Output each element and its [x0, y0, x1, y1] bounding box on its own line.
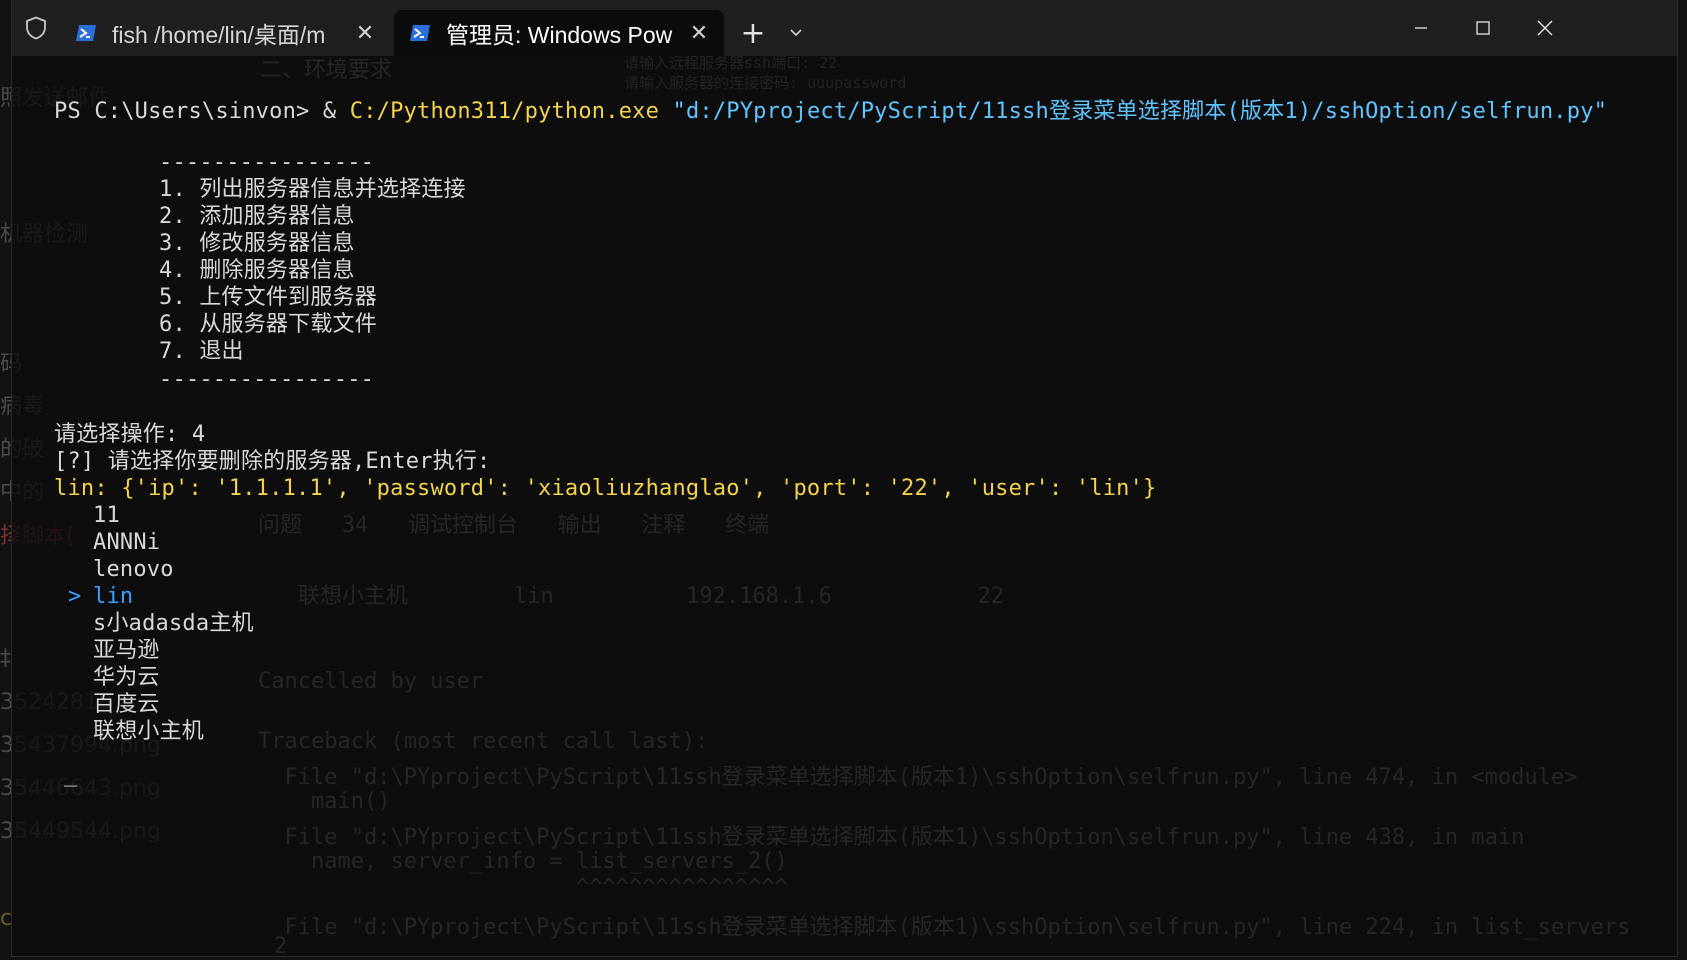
tab-title: 管理员: Windows Pow: [446, 22, 673, 48]
server-option[interactable]: 华为云: [93, 664, 160, 691]
menu-item: 7. 退出: [159, 339, 244, 364]
close-icon: [1537, 20, 1553, 36]
chevron-down-icon[interactable]: [778, 10, 814, 56]
maximize-icon: [1476, 21, 1490, 35]
server-option[interactable]: ANNNi: [93, 529, 160, 556]
command-exe: C:/Python311/python.exe: [349, 99, 660, 124]
choose-prompt: 请选择操作: 4: [54, 422, 206, 447]
server-option[interactable]: 11: [93, 502, 120, 529]
tab-fish[interactable]: fish /home/lin/桌面/m ✕: [60, 10, 390, 56]
menu-item: 5. 上传文件到服务器: [159, 285, 377, 310]
server-option[interactable]: s小adasda主机: [93, 610, 254, 637]
powershell-icon: [74, 21, 98, 45]
powershell-icon: [408, 21, 432, 45]
server-option[interactable]: 百度云: [93, 691, 160, 718]
close-window-button[interactable]: [1514, 0, 1576, 56]
menu-item: 1. 列出服务器信息并选择连接: [159, 177, 466, 202]
command-line: PS C:\Users\sinvon> & C:/Python311/pytho…: [54, 98, 1607, 125]
delete-prompt: [?] 请选择你要删除的服务器,Enter执行:: [54, 449, 491, 474]
menu-item: 3. 修改服务器信息: [159, 231, 355, 256]
server-option-selected[interactable]: lin: [93, 583, 133, 610]
bg-fragment: ‡: [0, 646, 11, 671]
command-script: "d:/PYproject/PyScript/11ssh登录菜单选择脚本(版本1…: [672, 99, 1608, 124]
minimize-icon: [1415, 27, 1427, 29]
minimize-button[interactable]: [1390, 0, 1452, 56]
terminal-output[interactable]: PS C:\Users\sinvon> & C:/Python311/pytho…: [54, 56, 1677, 956]
server-option[interactable]: 亚马逊: [93, 637, 160, 664]
server-info: lin: {'ip': '1.1.1.1', 'password': 'xiao…: [54, 476, 1157, 501]
new-tab-button[interactable]: +: [728, 10, 778, 56]
prompt: PS C:\Users\sinvon> &: [54, 99, 350, 124]
terminal-window: fish /home/lin/桌面/m ✕ 管理员: Windows Pow ✕…: [11, 0, 1678, 959]
menu-separator: ----------------: [159, 367, 375, 392]
tab-title: fish /home/lin/桌面/m: [112, 22, 326, 48]
menu-item: 2. 添加服务器信息: [159, 204, 355, 229]
selection-marker: >: [68, 584, 82, 609]
cursor: _: [64, 762, 78, 787]
admin-shield-icon: [12, 0, 60, 56]
server-option[interactable]: 联想小主机: [93, 718, 204, 745]
menu-item: 4. 删除服务器信息: [159, 258, 355, 283]
menu-item: 6. 从服务器下载文件: [159, 312, 377, 337]
close-tab-icon[interactable]: ✕: [354, 20, 376, 46]
tab-admin-powershell[interactable]: 管理员: Windows Pow ✕: [394, 10, 724, 56]
server-option[interactable]: lenovo: [93, 556, 174, 583]
maximize-button[interactable]: [1452, 0, 1514, 56]
menu-separator: ----------------: [159, 150, 375, 175]
close-tab-icon[interactable]: ✕: [688, 20, 710, 46]
